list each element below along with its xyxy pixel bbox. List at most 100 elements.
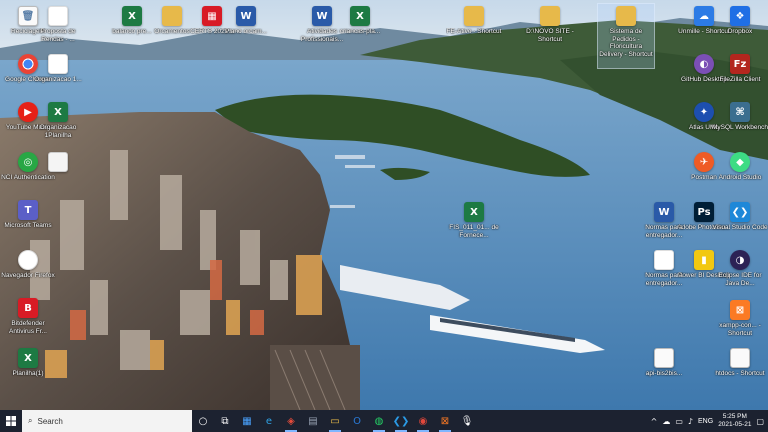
file-icon (654, 348, 674, 368)
taskbar-app-calendar-icon: ▦ (242, 415, 252, 427)
clock-date: 2021-05-21 (718, 421, 752, 428)
taskbar-app-bitdefender-icon: ◈ (287, 415, 295, 427)
desktop-icon-label: Plano orcam... (225, 28, 267, 35)
navegador-shortcut[interactable]: ◉ Navegador Firefox (0, 248, 56, 296)
taskbar-apps: ○ ⧉ ▦ e ◈ ▤ ▭ O ◍ ❮❯ ◉ ⊠ 🎙 (192, 410, 478, 432)
taskbar-app-whatsapp-icon: ◍ (374, 415, 384, 427)
desktop-icon-label: FIS_011_01... de Fornece... (449, 224, 499, 239)
folder-icon (616, 6, 636, 26)
desktop-icon-label: criancas-pla... (339, 28, 381, 35)
cloud-icon[interactable]: ☁ (662, 417, 670, 426)
desktop-icon-label: FileZilla Client (719, 76, 761, 83)
input-language-indicator[interactable]: ENG (698, 418, 713, 425)
dropbox-icon: ❖ (730, 6, 750, 26)
taskbar-app-whatsapp[interactable]: ◍ (368, 410, 390, 432)
taskbar-app-file-explorer[interactable]: ▭ (324, 410, 346, 432)
taskbar-app-xampp-icon: ⊠ (440, 415, 450, 427)
show-hidden-icons-chevron-icon[interactable]: ^ (651, 417, 658, 426)
cortana-icon: ○ (198, 415, 208, 427)
search-box[interactable]: ⌕ Search (22, 410, 192, 432)
desktop-icon-label: Normas para entregador... (645, 224, 683, 239)
android-studio-icon: ◆ (730, 152, 750, 172)
blank-file[interactable] (30, 150, 86, 198)
taskbar-app-calculator[interactable]: ▤ (302, 410, 324, 432)
mysql-icon: ⌘ (730, 102, 750, 122)
eclipse-shortcut[interactable]: ◑ Eclipse IDE for Java De... (712, 248, 768, 296)
xampp-shortcut[interactable]: ⊠ xampp-con... - Shortcut (712, 298, 768, 346)
normas-pdf[interactable]: PDF Normas para entregador... (636, 248, 692, 296)
api-file[interactable]: api-bis2bis... (636, 346, 692, 394)
taskbar-app-vscode[interactable]: ❮❯ (390, 410, 412, 432)
taskbar-app-chrome[interactable]: ◉ (412, 410, 434, 432)
desktop-icon-label: Planilha(1) (12, 370, 44, 377)
organizacao-pdf-file[interactable]: PDF Organizacao 1... (30, 52, 86, 100)
desktop-icon-label: Navegador Firefox (1, 272, 55, 279)
taskbar-app-calendar[interactable]: ▦ (236, 410, 258, 432)
normas-doc[interactable]: W Normas para entregador... (636, 200, 692, 248)
desktop-icon-label: api-bis2bis... (645, 370, 683, 377)
clock[interactable]: 5:25 PM 2021-05-21 (718, 413, 751, 429)
criancas-xls-file[interactable]: X criancas-pla... (332, 4, 388, 52)
taskbar-app-bitdefender[interactable]: ◈ (280, 410, 302, 432)
teams-icon: T (18, 200, 38, 220)
taskbar-app-chrome-icon: ◉ (418, 415, 428, 427)
desktop-icon-label: D:\NOVO SITE - Shortcut (526, 28, 574, 43)
onedrive-icon: ☁ (694, 6, 714, 26)
dropbox-shortcut[interactable]: ❖ Dropbox (712, 4, 768, 52)
desktop-icon-label: Eclipse IDE for Java De... (718, 272, 762, 287)
file-icon (48, 152, 68, 172)
desktop-icon-label: Proposta de Rendas - ... (40, 28, 76, 43)
eclipse-icon: ◑ (730, 250, 750, 270)
desktop-icon-label: Visual Studio Code (712, 224, 768, 231)
excel-icon: X (48, 102, 68, 122)
proposta-pdf-file[interactable]: PDF Proposta de Rendas - ... (30, 4, 86, 52)
organizacao-xls-file[interactable]: X Organizacao 1Planilha (30, 100, 86, 148)
taskbar-app-voice[interactable]: 🎙 (456, 410, 478, 432)
folder-icon (162, 6, 182, 26)
excel-icon: X (350, 6, 370, 26)
word-icon: W (312, 6, 332, 26)
github-icon: ◐ (694, 54, 714, 74)
desktop-icon-label: FE-Ativo - Shortcut (446, 28, 502, 35)
taskbar-app-xampp[interactable]: ⊠ (434, 410, 456, 432)
cortana-button[interactable]: ○ (192, 410, 214, 432)
filezilla-icon: Fz (730, 54, 750, 74)
bitdefender-shortcut[interactable]: B Bitdefender Antivirus Fr... (0, 296, 56, 344)
taskbar-app-outlook[interactable]: O (346, 410, 368, 432)
browser-icon: ◉ (18, 250, 38, 270)
network-icon[interactable]: ▭ (675, 417, 683, 426)
mysql-workbench-shortcut[interactable]: ⌘ MySQL Workbench (712, 100, 768, 148)
folder-icon (540, 6, 560, 26)
plano-orcam-doc[interactable]: W Plano orcam... (218, 4, 274, 52)
task-view-button[interactable]: ⧉ (214, 410, 236, 432)
microsoft-teams-shortcut[interactable]: T Microsoft Teams (0, 198, 56, 246)
search-icon: ⌕ (28, 416, 33, 425)
vscode-shortcut[interactable]: ❮❯ Visual Studio Code (712, 200, 768, 248)
pdf-icon: PDF (48, 6, 68, 26)
folder-icon (464, 6, 484, 26)
pdf-icon: PDF (654, 250, 674, 270)
novo-site-shortcut[interactable]: D:\NOVO SITE - Shortcut (522, 4, 578, 52)
planilha-file[interactable]: X Planilha(1) (0, 346, 56, 394)
desktop-icon-label: Sistema de Pedidos - Floricultura Delive… (599, 28, 653, 58)
filezilla-shortcut[interactable]: Fz FileZilla Client (712, 52, 768, 100)
taskbar-app-edge[interactable]: e (258, 410, 280, 432)
desktop-icon-label: MySQL Workbench (712, 124, 768, 131)
clock-time: 5:25 PM (722, 413, 747, 420)
fis-xls-file[interactable]: X FIS_011_01... de Fornece... (446, 200, 502, 248)
word-icon: W (236, 6, 256, 26)
notification-center-icon[interactable]: ▢ (756, 417, 764, 426)
htdocs-shortcut[interactable]: htdocs - Shortcut (712, 346, 768, 394)
file-icon (730, 348, 750, 368)
taskbar-app-calculator-icon: ▤ (308, 415, 318, 427)
system-tray: ^ ☁ ▭ ♪ ENG 5:25 PM 2021-05-21 ▢ (651, 410, 768, 432)
excel-icon: X (18, 348, 38, 368)
android-studio-shortcut[interactable]: ◆ Android Studio (712, 150, 768, 198)
taskbar-app-file-explorer-icon: ▭ (330, 415, 340, 427)
volume-icon[interactable]: ♪ (688, 417, 693, 426)
sistema-pedidos-shortcut[interactable]: Sistema de Pedidos - Floricultura Delive… (597, 3, 655, 69)
atlas-icon: ✦ (694, 102, 714, 122)
start-button[interactable] (0, 410, 22, 432)
task-view-icon: ⧉ (221, 415, 229, 427)
fe-ativo-shortcut[interactable]: FE-Ativo - Shortcut (446, 4, 502, 52)
